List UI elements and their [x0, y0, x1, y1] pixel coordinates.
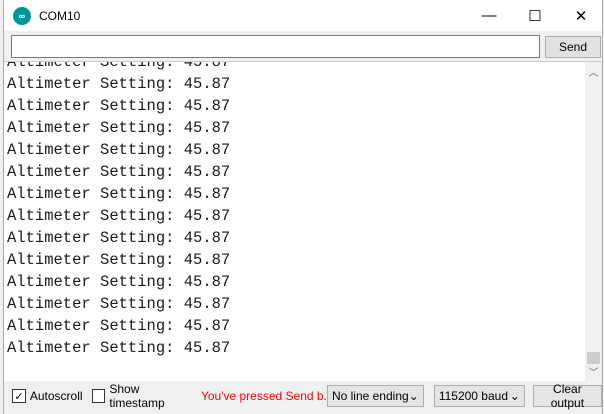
output-line: Altimeter Setting: 45.87 [7, 163, 231, 181]
output-line: Altimeter Setting: 45.87 [7, 75, 231, 93]
warning-text: You've pressed Send b... [200, 389, 334, 403]
scroll-up-icon[interactable]: ︿ [585, 64, 602, 81]
close-button[interactable]: ✕ [558, 0, 604, 31]
timestamp-label: Show timestamp [109, 382, 165, 410]
output-line: Altimeter Setting: 45.87 [7, 317, 231, 335]
scrollbar-thumb[interactable] [587, 352, 600, 364]
send-button[interactable]: Send [545, 36, 601, 58]
footer-bar: ✓ Autoscroll Show timestamp You've press… [4, 382, 602, 410]
autoscroll-label: Autoscroll [29, 389, 83, 403]
output-line: Altimeter Setting: 45.87 [7, 61, 231, 71]
output-line: Altimeter Setting: 45.87 [7, 141, 231, 159]
title-bar: ∞ COM10 — ☐ ✕ [4, 0, 602, 31]
output-line: Altimeter Setting: 45.87 [7, 229, 231, 247]
output-line: Altimeter Setting: 45.87 [7, 295, 231, 313]
maximize-button[interactable]: ☐ [512, 0, 558, 31]
timestamp-checkbox[interactable] [91, 389, 106, 403]
output-line: Altimeter Setting: 45.87 [7, 339, 231, 357]
arduino-logo-icon: ∞ [13, 6, 31, 25]
output-line: Altimeter Setting: 45.87 [7, 119, 231, 137]
chevron-down-icon: ⌄ [509, 389, 520, 403]
baud-select[interactable]: 115200 baud ⌄ [433, 385, 525, 407]
send-input[interactable] [11, 35, 540, 58]
output-line: Altimeter Setting: 45.87 [7, 273, 231, 291]
minimize-button[interactable]: — [466, 0, 512, 31]
scroll-down-icon[interactable]: ﹀ [585, 364, 602, 381]
output-line: Altimeter Setting: 45.87 [7, 185, 231, 203]
line-ending-select[interactable]: No line ending ⌄ [326, 385, 424, 407]
baud-value: 115200 baud [438, 389, 508, 403]
chevron-down-icon: ⌄ [408, 389, 419, 403]
serial-monitor-window: ∞ COM10 — ☐ ✕ Send Altimeter Setting: 45… [3, 0, 603, 414]
serial-output: Altimeter Setting: 45.87 Altimeter Settin… [4, 61, 602, 381]
clear-output-button[interactable]: Clear output [532, 382, 602, 410]
autoscroll-checkbox[interactable]: ✓ [12, 389, 26, 403]
output-line: Altimeter Setting: 45.87 [7, 251, 231, 269]
line-ending-value: No line ending [331, 389, 409, 403]
window-title: COM10 [39, 8, 81, 23]
output-line: Altimeter Setting: 45.87 [7, 97, 231, 115]
output-line: Altimeter Setting: 45.87 [7, 207, 231, 225]
scrollbar[interactable]: ︿ ﹀ [585, 62, 602, 381]
